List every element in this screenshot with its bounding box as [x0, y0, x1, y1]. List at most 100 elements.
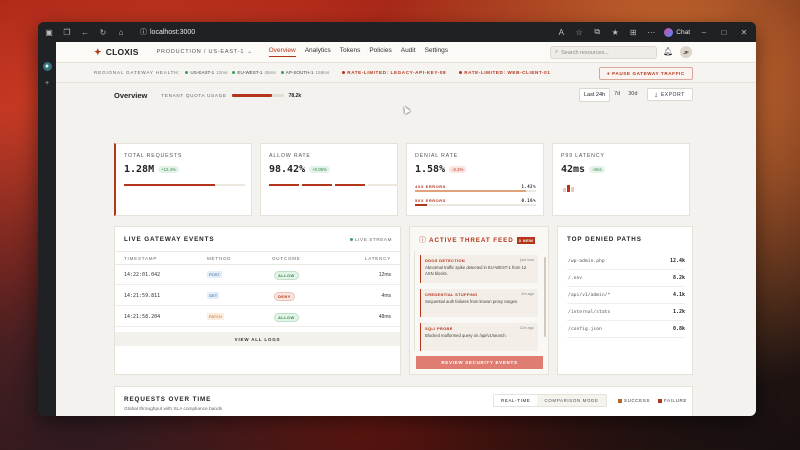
legend-failure: FAILURE — [657, 398, 687, 403]
scrollbar[interactable] — [544, 257, 546, 337]
tabs-icon[interactable]: ❐ — [62, 27, 72, 37]
address-bar[interactable]: ⓘ localhost:3000 — [134, 25, 201, 39]
back-icon[interactable]: ← — [80, 27, 90, 37]
status-dot-icon — [232, 71, 236, 74]
kpi-label: DENIAL RATE — [415, 153, 458, 159]
threat-time: 12m ago — [519, 326, 534, 330]
browser-window: ▣ ❐ ← ↻ ⌂ ⓘ localhost:3000 A ☆ ⧉ ★ ⊞ ⋯ C… — [38, 22, 756, 416]
threat-title: DDOS DETECTION — [425, 258, 465, 263]
tab-real-time[interactable]: REAL-TIME — [494, 395, 538, 406]
range-24h[interactable]: Last 24h — [579, 88, 611, 102]
column-header[interactable]: TIMESTAMP — [124, 256, 157, 261]
cell-timestamp: 14:21:59.811 — [124, 293, 161, 299]
outcome-badge: ALLOW — [274, 313, 299, 322]
nav-analytics[interactable]: Analytics — [305, 47, 331, 57]
nav-audit[interactable]: Audit — [401, 47, 416, 57]
table-row[interactable]: 14:21:58.204 PATCH ALLOW 48ms — [115, 307, 400, 327]
segment — [302, 184, 332, 186]
nav-overview[interactable]: Overview — [268, 47, 296, 57]
maximize-icon[interactable]: □ — [718, 28, 730, 37]
alert-circle-icon: ⓘ — [419, 237, 426, 244]
list-item[interactable]: /api/v1/admin/* 4.1k — [567, 288, 685, 304]
kpi-value: 98.42% — [269, 164, 306, 175]
app-logo[interactable]: ✦ CLOXIS — [94, 47, 139, 58]
kpi-denial-rate[interactable]: DENIAL RATE 1.58% -2.1% 4XX ERRORS 1.42%… — [406, 143, 544, 216]
kpi-p99-latency[interactable]: P99 LATENCY 42ms -4ms — [552, 143, 690, 216]
bell-icon[interactable]: 🔔︎ — [663, 47, 673, 56]
kpi-total-requests[interactable]: TOTAL REQUESTS 1.28M +12.4% — [114, 143, 252, 216]
segmented-bar — [269, 184, 398, 186]
favorite-icon[interactable]: ☆ — [574, 27, 584, 37]
avatar[interactable]: JF — [680, 46, 692, 58]
collections-icon[interactable]: ⊞ — [628, 27, 638, 37]
read-aloud-icon[interactable]: A — [556, 27, 566, 37]
rate-limit-alert[interactable]: RATE-LIMITED: WEB-CLIENT-01 — [459, 70, 550, 75]
alert-label: RATE-LIMITED: LEGACY-API-KEY-08 — [347, 70, 447, 75]
split-icon[interactable]: ⧉ — [592, 27, 602, 37]
environment-label: PRODUCTION / US-EAST-1 — [156, 49, 245, 55]
quota-progress-fill — [231, 94, 273, 97]
new-tab-icon[interactable]: + — [43, 79, 52, 88]
delta-badge: -2.1% — [449, 166, 467, 173]
refresh-icon[interactable]: ↻ — [98, 27, 108, 37]
nav-settings[interactable]: Settings — [425, 47, 449, 57]
address-text: localhost:3000 — [150, 28, 196, 36]
minimize-icon[interactable]: – — [698, 28, 710, 37]
home-icon[interactable]: ⌂ — [116, 27, 126, 37]
export-button[interactable]: ⤓ EXPORT — [647, 88, 693, 101]
close-icon[interactable]: ✕ — [738, 28, 750, 37]
environment-selector[interactable]: PRODUCTION / US-EAST-1 ⌄ — [157, 49, 253, 55]
kpi-allow-rate[interactable]: ALLOW RATE 98.42% +0.05% — [260, 143, 398, 216]
column-header[interactable]: OUTCOME — [272, 256, 301, 261]
list-item[interactable]: /config.json 0.8k — [567, 322, 685, 338]
nav-policies[interactable]: Policies — [369, 47, 391, 57]
list-item[interactable]: /internal/stats 1.2k — [567, 305, 685, 321]
rate-limit-alert[interactable]: RATE-LIMITED: LEGACY-API-KEY-08 — [342, 70, 446, 75]
review-security-button[interactable]: REVIEW SECURITY EVENTS — [416, 356, 543, 369]
kpi-row: TOTAL REQUESTS 1.28M +12.4% ALLOW RATE 9… — [114, 143, 690, 216]
threat-item[interactable]: SQLI PROBE 12m ago Blocked malformed que… — [420, 323, 538, 351]
workspaces-icon[interactable]: ▣ — [44, 27, 54, 37]
range-7d[interactable]: 7d — [610, 88, 624, 102]
page-title: Overview — [114, 91, 148, 100]
path-count: 8.2k — [672, 275, 685, 281]
search-input[interactable]: ⌕ Search resources... — [550, 46, 657, 59]
tab-favicon-icon[interactable]: ● — [42, 62, 52, 71]
range-30d[interactable]: 30d — [624, 88, 641, 102]
favorites-icon[interactable]: ★ — [610, 27, 620, 37]
top-navigation: ✦ CLOXIS PRODUCTION / US-EAST-1 ⌄ Overvi… — [56, 42, 756, 63]
tab-comparison-mode[interactable]: COMPARISON MODE — [537, 395, 605, 406]
main-nav: Overview Analytics Tokens Policies Audit… — [268, 47, 449, 57]
view-all-logs-button[interactable]: VIEW ALL LOGS — [115, 332, 400, 346]
threat-item[interactable]: DDOS DETECTION just now Abnormal traffic… — [420, 255, 538, 283]
alert-label: RATE-LIMITED: WEB-CLIENT-01 — [464, 70, 551, 75]
column-header[interactable]: METHOD — [207, 256, 231, 261]
column-header[interactable]: LATENCY — [365, 256, 391, 261]
pause-traffic-button[interactable]: ⏸ PAUSE GATEWAY TRAFFIC — [599, 67, 693, 80]
chat-button[interactable]: Chat — [664, 27, 690, 37]
search-placeholder: Search resources... — [561, 49, 609, 56]
alert-dot-icon — [342, 71, 346, 74]
nav-tokens[interactable]: Tokens — [340, 47, 361, 57]
path-count: 0.8k — [672, 326, 685, 332]
requests-over-time-panel: REQUESTS OVER TIME Global throughput wit… — [114, 386, 693, 416]
status-dot-icon — [185, 71, 189, 74]
list-item[interactable]: /.env 8.2k — [567, 271, 685, 287]
list-item[interactable]: /wp-admin.php 12.4k — [567, 254, 685, 270]
outcome-badge: ALLOW — [274, 271, 299, 280]
health-title: REGIONAL GATEWAY HEALTH: — [94, 70, 181, 75]
table-row[interactable]: 14:21:59.811 GET DENY 4ms — [115, 286, 400, 306]
cell-timestamp: 14:22:01.042 — [124, 272, 161, 278]
error-fill — [415, 204, 428, 206]
threat-item[interactable]: CREDENTIAL STUFFING 4m ago Sequential au… — [420, 289, 538, 317]
region-us-east-1: US-EAST-1 12ms — [185, 70, 227, 75]
threat-time: 4m ago — [521, 292, 534, 296]
new-count-badge: 3 NEW — [516, 236, 536, 244]
quota-progress — [231, 94, 284, 97]
more-icon[interactable]: ⋯ — [646, 27, 656, 37]
browser-sidebar: ● + — [38, 42, 56, 416]
table-row[interactable]: 14:22:01.042 POST ALLOW 12ms — [115, 265, 400, 285]
error-track — [415, 190, 536, 192]
app-name: CLOXIS — [105, 47, 139, 57]
chat-label: Chat — [676, 28, 690, 36]
